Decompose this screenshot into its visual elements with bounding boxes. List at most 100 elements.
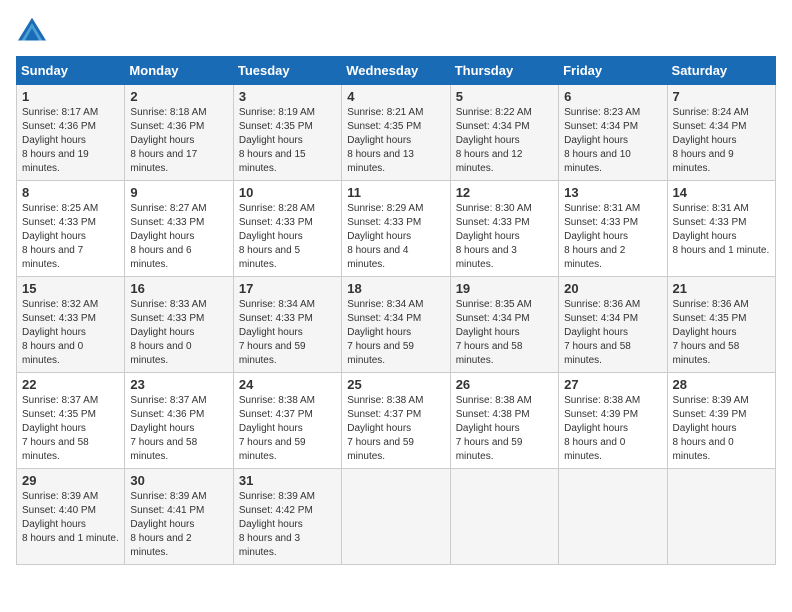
calendar-cell: 25 Sunrise: 8:38 AMSunset: 4:37 PMDayligh… — [342, 373, 450, 469]
header-wednesday: Wednesday — [342, 57, 450, 85]
header-monday: Monday — [125, 57, 233, 85]
header-row: SundayMondayTuesdayWednesdayThursdayFrid… — [17, 57, 776, 85]
logo-icon — [16, 16, 48, 44]
day-number: 3 — [239, 89, 336, 104]
calendar-cell — [559, 469, 667, 565]
calendar-cell: 28Sunrise: 8:39 AMSunset: 4:39 PMDayligh… — [667, 373, 775, 469]
calendar-cell: 9 Sunrise: 8:27 AMSunset: 4:33 PMDaylight… — [125, 181, 233, 277]
calendar-cell — [450, 469, 558, 565]
header-thursday: Thursday — [450, 57, 558, 85]
calendar-cell: 2 Sunrise: 8:18 AMSunset: 4:36 PMDaylight… — [125, 85, 233, 181]
day-info: Sunrise: 8:34 AMSunset: 4:33 PMDaylight … — [239, 298, 336, 368]
day-number: 13 — [564, 185, 661, 200]
day-info: Sunrise: 8:31 AMSunset: 4:33 PMDaylight … — [673, 202, 770, 258]
logo — [16, 16, 52, 44]
calendar-cell: 7Sunrise: 8:24 AMSunset: 4:34 PMDaylight… — [667, 85, 775, 181]
day-info: Sunrise: 8:19 AMSunset: 4:35 PMDaylight … — [239, 106, 336, 176]
day-number: 28 — [673, 377, 770, 392]
day-number: 29 — [22, 473, 119, 488]
day-number: 9 — [130, 185, 227, 200]
calendar-cell: 22Sunrise: 8:37 AMSunset: 4:35 PMDayligh… — [17, 373, 125, 469]
calendar-header: SundayMondayTuesdayWednesdayThursdayFrid… — [17, 57, 776, 85]
day-info: Sunrise: 8:17 AMSunset: 4:36 PMDaylight … — [22, 106, 119, 176]
calendar-week-4: 29 Sunrise: 8:39 AMSunset: 4:40 PMDayligh… — [17, 469, 776, 565]
day-info: Sunrise: 8:23 AMSunset: 4:34 PMDaylight … — [564, 106, 661, 176]
day-number: 17 — [239, 281, 336, 296]
day-info: Sunrise: 8:38 AMSunset: 4:37 PMDaylight … — [347, 394, 444, 464]
day-number: 11 — [347, 185, 444, 200]
day-number: 20 — [564, 281, 661, 296]
day-number: 1 — [22, 89, 119, 104]
day-info: Sunrise: 8:24 AMSunset: 4:34 PMDaylight … — [673, 106, 770, 176]
calendar-cell — [342, 469, 450, 565]
calendar-cell: 12 Sunrise: 8:30 AMSunset: 4:33 PMDayligh… — [450, 181, 558, 277]
calendar-cell: 26 Sunrise: 8:38 AMSunset: 4:38 PMDayligh… — [450, 373, 558, 469]
day-info: Sunrise: 8:29 AMSunset: 4:33 PMDaylight … — [347, 202, 444, 272]
calendar-week-1: 8Sunrise: 8:25 AMSunset: 4:33 PMDaylight… — [17, 181, 776, 277]
day-info: Sunrise: 8:27 AMSunset: 4:33 PMDaylight … — [130, 202, 227, 272]
day-number: 19 — [456, 281, 553, 296]
day-info: Sunrise: 8:38 AMSunset: 4:38 PMDaylight … — [456, 394, 553, 464]
calendar-cell: 21Sunrise: 8:36 AMSunset: 4:35 PMDayligh… — [667, 277, 775, 373]
calendar-cell: 20Sunrise: 8:36 AMSunset: 4:34 PMDayligh… — [559, 277, 667, 373]
header-sunday: Sunday — [17, 57, 125, 85]
day-info: Sunrise: 8:37 AMSunset: 4:35 PMDaylight … — [22, 394, 119, 464]
calendar-cell: 1 Sunrise: 8:17 AMSunset: 4:36 PMDaylight… — [17, 85, 125, 181]
day-info: Sunrise: 8:38 AMSunset: 4:37 PMDaylight … — [239, 394, 336, 464]
day-info: Sunrise: 8:39 AMSunset: 4:42 PMDaylight … — [239, 490, 336, 560]
day-info: Sunrise: 8:18 AMSunset: 4:36 PMDaylight … — [130, 106, 227, 176]
calendar-week-3: 22Sunrise: 8:37 AMSunset: 4:35 PMDayligh… — [17, 373, 776, 469]
day-number: 5 — [456, 89, 553, 104]
day-number: 24 — [239, 377, 336, 392]
calendar-table: SundayMondayTuesdayWednesdayThursdayFrid… — [16, 56, 776, 565]
calendar-cell: 6 Sunrise: 8:23 AMSunset: 4:34 PMDaylight… — [559, 85, 667, 181]
day-info: Sunrise: 8:39 AMSunset: 4:40 PMDaylight … — [22, 490, 119, 546]
day-info: Sunrise: 8:33 AMSunset: 4:33 PMDaylight … — [130, 298, 227, 368]
calendar-cell: 8Sunrise: 8:25 AMSunset: 4:33 PMDaylight… — [17, 181, 125, 277]
calendar-cell: 31 Sunrise: 8:39 AMSunset: 4:42 PMDayligh… — [233, 469, 341, 565]
day-info: Sunrise: 8:21 AMSunset: 4:35 PMDaylight … — [347, 106, 444, 176]
day-number: 6 — [564, 89, 661, 104]
day-number: 16 — [130, 281, 227, 296]
day-info: Sunrise: 8:31 AMSunset: 4:33 PMDaylight … — [564, 202, 661, 272]
header-tuesday: Tuesday — [233, 57, 341, 85]
day-number: 15 — [22, 281, 119, 296]
calendar-cell: 15 Sunrise: 8:32 AMSunset: 4:33 PMDayligh… — [17, 277, 125, 373]
day-number: 30 — [130, 473, 227, 488]
calendar-cell — [667, 469, 775, 565]
day-info: Sunrise: 8:38 AMSunset: 4:39 PMDaylight … — [564, 394, 661, 464]
day-number: 14 — [673, 185, 770, 200]
calendar-body: 1 Sunrise: 8:17 AMSunset: 4:36 PMDaylight… — [17, 85, 776, 565]
day-number: 21 — [673, 281, 770, 296]
day-number: 4 — [347, 89, 444, 104]
day-number: 27 — [564, 377, 661, 392]
calendar-cell: 5 Sunrise: 8:22 AMSunset: 4:34 PMDaylight… — [450, 85, 558, 181]
calendar-cell: 18 Sunrise: 8:34 AMSunset: 4:34 PMDayligh… — [342, 277, 450, 373]
day-info: Sunrise: 8:30 AMSunset: 4:33 PMDaylight … — [456, 202, 553, 272]
page-header — [16, 16, 776, 44]
calendar-week-2: 15 Sunrise: 8:32 AMSunset: 4:33 PMDayligh… — [17, 277, 776, 373]
header-saturday: Saturday — [667, 57, 775, 85]
day-number: 23 — [130, 377, 227, 392]
day-info: Sunrise: 8:37 AMSunset: 4:36 PMDaylight … — [130, 394, 227, 464]
calendar-cell: 14 Sunrise: 8:31 AMSunset: 4:33 PMDayligh… — [667, 181, 775, 277]
calendar-cell: 10Sunrise: 8:28 AMSunset: 4:33 PMDayligh… — [233, 181, 341, 277]
day-info: Sunrise: 8:39 AMSunset: 4:41 PMDaylight … — [130, 490, 227, 560]
header-friday: Friday — [559, 57, 667, 85]
day-number: 2 — [130, 89, 227, 104]
calendar-cell: 24 Sunrise: 8:38 AMSunset: 4:37 PMDayligh… — [233, 373, 341, 469]
day-info: Sunrise: 8:32 AMSunset: 4:33 PMDaylight … — [22, 298, 119, 368]
day-info: Sunrise: 8:28 AMSunset: 4:33 PMDaylight … — [239, 202, 336, 272]
calendar-cell: 29 Sunrise: 8:39 AMSunset: 4:40 PMDayligh… — [17, 469, 125, 565]
day-number: 18 — [347, 281, 444, 296]
calendar-week-0: 1 Sunrise: 8:17 AMSunset: 4:36 PMDaylight… — [17, 85, 776, 181]
day-number: 12 — [456, 185, 553, 200]
day-number: 26 — [456, 377, 553, 392]
day-number: 31 — [239, 473, 336, 488]
day-number: 25 — [347, 377, 444, 392]
day-info: Sunrise: 8:22 AMSunset: 4:34 PMDaylight … — [456, 106, 553, 176]
calendar-cell: 30 Sunrise: 8:39 AMSunset: 4:41 PMDayligh… — [125, 469, 233, 565]
day-info: Sunrise: 8:34 AMSunset: 4:34 PMDaylight … — [347, 298, 444, 368]
calendar-cell: 11 Sunrise: 8:29 AMSunset: 4:33 PMDayligh… — [342, 181, 450, 277]
calendar-cell: 16 Sunrise: 8:33 AMSunset: 4:33 PMDayligh… — [125, 277, 233, 373]
